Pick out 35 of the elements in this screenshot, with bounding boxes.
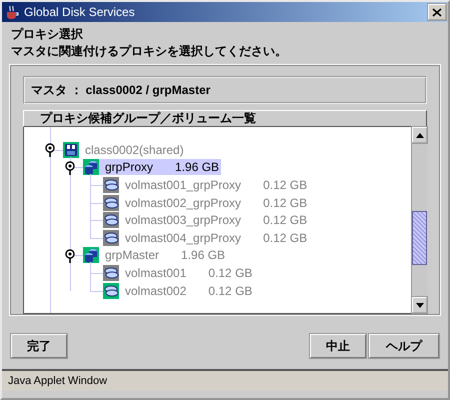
node-size: 0.12 GB [263,230,308,245]
node-size: 1.96 GB [181,248,226,262]
instruction-text: マスタに関連付けるプロキシを選択してください。 [11,43,288,60]
close-button[interactable] [428,4,446,20]
master-label: マスタ ： class0002 / grpMaster [23,76,427,104]
dialog-heading: プロキシ選択 [11,26,84,43]
vertical-scrollbar[interactable] [411,127,427,313]
scrollbar-thumb[interactable] [412,211,427,265]
node-size: 1.96 GB [175,160,220,174]
node-size: 0.12 GB [208,266,252,280]
node-name: volmast004_grpProxy [125,230,242,245]
coffee-cup-icon [4,4,20,20]
dialog-button[interactable]: 中止 [310,334,366,358]
node-name: volmast001 [125,266,186,280]
node-name: volmast003_grpProxy [125,213,242,228]
node-size: 0.12 GB [263,196,308,210]
status-bar: Java Applet Window [2,369,448,391]
list-header: プロキシ候補グループ／ボリューム一覧 [23,110,427,127]
node-name: volmast001_grpProxy [125,178,242,192]
node-name: grpProxy [105,160,154,174]
scroll-down-button[interactable] [412,297,427,313]
window-title: Global Disk Services [24,5,135,19]
down-triangle-icon [416,302,424,308]
node-name: volmast002 [125,284,186,298]
dialog-button[interactable]: 完了 [11,334,67,358]
up-triangle-icon [416,132,424,138]
node-size: 0.12 GB [263,213,308,228]
node-name: class0002(shared) [85,142,184,157]
node-name: grpMaster [105,248,160,262]
scroll-up-button[interactable] [412,127,427,143]
node-name: volmast002_grpProxy [125,196,242,210]
dialog-button[interactable]: ヘルプ [369,334,439,358]
node-size: 0.12 GB [263,178,308,192]
node-size: 0.12 GB [208,284,252,298]
close-icon [432,8,442,16]
